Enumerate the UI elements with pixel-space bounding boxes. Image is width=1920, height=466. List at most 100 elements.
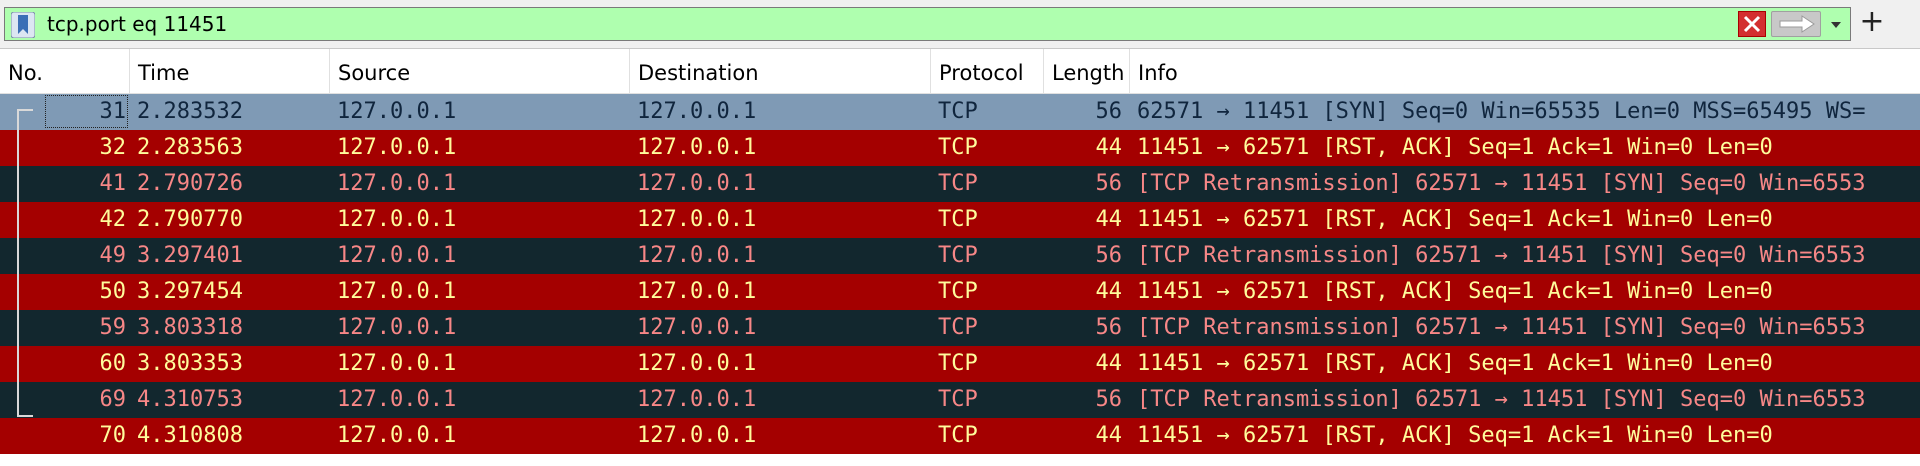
packet-destination: 127.0.0.1 [637, 279, 757, 304]
packet-info: 11451 → 62571 [RST, ACK] Seq=1 Ack=1 Win… [1137, 351, 1773, 376]
packet-time: 2.790726 [137, 171, 243, 196]
packet-source: 127.0.0.1 [337, 315, 457, 340]
packet-length: 44 [1095, 279, 1123, 304]
column-header-time[interactable]: Time [130, 49, 330, 93]
column-header-info[interactable]: Info [1130, 49, 1920, 93]
packet-time: 2.283532 [137, 99, 243, 124]
packet-row[interactable]: 42 2.790770 127.0.0.1 127.0.0.1 TCP 44 11451 →… [0, 202, 1920, 238]
packet-length: 56 [1095, 171, 1123, 196]
conversation-tree-line [17, 110, 19, 417]
packet-length: 56 [1095, 315, 1123, 340]
packet-row[interactable]: 70 4.310808 127.0.0.1 127.0.0.1 TCP 44 11451 →… [0, 418, 1920, 454]
display-filter-input[interactable]: tcp.port eq 11451 [4, 7, 1851, 41]
packet-protocol: TCP [938, 279, 978, 304]
packet-row[interactable]: 60 3.803353 127.0.0.1 127.0.0.1 TCP 44 11451 →… [0, 346, 1920, 382]
packet-source: 127.0.0.1 [337, 279, 457, 304]
column-header-no[interactable]: No. [0, 49, 130, 93]
display-filter-text[interactable]: tcp.port eq 11451 [47, 8, 227, 40]
packet-destination: 127.0.0.1 [637, 207, 757, 232]
packet-no: 32 [99, 135, 127, 160]
packet-time: 3.297401 [137, 243, 243, 268]
column-header-length[interactable]: Length [1044, 49, 1130, 93]
packet-time: 3.803353 [137, 351, 243, 376]
packet-list: No. Time Source Destination Protocol Len… [0, 48, 1920, 466]
packet-info: 11451 → 62571 [RST, ACK] Seq=1 Ack=1 Win… [1137, 207, 1773, 232]
focus-outline [45, 95, 128, 128]
packet-protocol: TCP [938, 243, 978, 268]
apply-filter-icon[interactable] [1771, 11, 1821, 37]
column-header-source[interactable]: Source [330, 49, 630, 93]
conversation-tree-start [17, 109, 33, 111]
add-filter-button[interactable]: + [1857, 7, 1887, 38]
display-filter-toolbar: tcp.port eq 11451 + [0, 0, 1920, 48]
column-header-destination[interactable]: Destination [630, 49, 931, 93]
packet-time: 2.283563 [137, 135, 243, 160]
packet-no: 50 [99, 279, 127, 304]
packet-destination: 127.0.0.1 [637, 351, 757, 376]
packet-protocol: TCP [938, 99, 978, 124]
packet-source: 127.0.0.1 [337, 99, 457, 124]
packet-length: 44 [1095, 351, 1123, 376]
packet-source: 127.0.0.1 [337, 243, 457, 268]
packet-destination: 127.0.0.1 [637, 387, 757, 412]
packet-no: 49 [99, 243, 127, 268]
packet-source: 127.0.0.1 [337, 135, 457, 160]
packet-no: 41 [99, 171, 127, 196]
packet-row[interactable]: 32 2.283563 127.0.0.1 127.0.0.1 TCP 44 11451 →… [0, 130, 1920, 166]
packet-source: 127.0.0.1 [337, 351, 457, 376]
packet-length: 56 [1095, 387, 1123, 412]
packet-info: 11451 → 62571 [RST, ACK] Seq=1 Ack=1 Win… [1137, 423, 1773, 448]
conversation-tree-end [17, 415, 33, 417]
packet-no: 42 [99, 207, 127, 232]
packet-time: 3.297454 [137, 279, 243, 304]
packet-destination: 127.0.0.1 [637, 243, 757, 268]
packet-no: 70 [99, 423, 127, 448]
packet-length: 56 [1095, 99, 1123, 124]
packet-source: 127.0.0.1 [337, 207, 457, 232]
packet-row[interactable]: 31 2.283532 127.0.0.1 127.0.0.1 TCP 56 62571 →… [0, 94, 1920, 130]
bookmark-icon[interactable] [10, 11, 36, 39]
packet-protocol: TCP [938, 315, 978, 340]
packet-info: 62571 → 11451 [SYN] Seq=0 Win=65535 Len=… [1137, 99, 1866, 124]
packet-info: [TCP Retransmission] 62571 → 11451 [SYN]… [1137, 315, 1866, 340]
packet-no: 60 [99, 351, 127, 376]
packet-info: [TCP Retransmission] 62571 → 11451 [SYN]… [1137, 387, 1866, 412]
packet-protocol: TCP [938, 351, 978, 376]
packet-length: 44 [1095, 423, 1123, 448]
packet-time: 3.803318 [137, 315, 243, 340]
packet-source: 127.0.0.1 [337, 423, 457, 448]
packet-protocol: TCP [938, 207, 978, 232]
packet-destination: 127.0.0.1 [637, 171, 757, 196]
packet-row[interactable]: 50 3.297454 127.0.0.1 127.0.0.1 TCP 44 11451 →… [0, 274, 1920, 310]
packet-no: 59 [99, 315, 127, 340]
packet-time: 2.790770 [137, 207, 243, 232]
packet-source: 127.0.0.1 [337, 171, 457, 196]
packet-destination: 127.0.0.1 [637, 99, 757, 124]
packet-info: [TCP Retransmission] 62571 → 11451 [SYN]… [1137, 171, 1866, 196]
packet-destination: 127.0.0.1 [637, 315, 757, 340]
packet-list-header: No. Time Source Destination Protocol Len… [0, 49, 1920, 94]
packet-length: 44 [1095, 135, 1123, 160]
chevron-down-icon[interactable] [1825, 11, 1847, 37]
packet-destination: 127.0.0.1 [637, 135, 757, 160]
column-header-protocol[interactable]: Protocol [931, 49, 1044, 93]
packet-length: 44 [1095, 207, 1123, 232]
packet-protocol: TCP [938, 171, 978, 196]
packet-row[interactable]: 69 4.310753 127.0.0.1 127.0.0.1 TCP 56 [TCP Re… [0, 382, 1920, 418]
packet-row[interactable]: 49 3.297401 127.0.0.1 127.0.0.1 TCP 56 [TCP Re… [0, 238, 1920, 274]
packet-row[interactable]: 41 2.790726 127.0.0.1 127.0.0.1 TCP 56 [TCP Re… [0, 166, 1920, 202]
packet-time: 4.310753 [137, 387, 243, 412]
packet-destination: 127.0.0.1 [637, 423, 757, 448]
packet-time: 4.310808 [137, 423, 243, 448]
packet-protocol: TCP [938, 387, 978, 412]
packet-info: [TCP Retransmission] 62571 → 11451 [SYN]… [1137, 243, 1866, 268]
packet-length: 56 [1095, 243, 1123, 268]
packet-info: 11451 → 62571 [RST, ACK] Seq=1 Ack=1 Win… [1137, 279, 1773, 304]
packet-info: 11451 → 62571 [RST, ACK] Seq=1 Ack=1 Win… [1137, 135, 1773, 160]
packet-protocol: TCP [938, 135, 978, 160]
packet-protocol: TCP [938, 423, 978, 448]
packet-source: 127.0.0.1 [337, 387, 457, 412]
clear-filter-icon[interactable] [1738, 11, 1766, 37]
packet-no: 69 [99, 387, 127, 412]
packet-row[interactable]: 59 3.803318 127.0.0.1 127.0.0.1 TCP 56 [TCP Re… [0, 310, 1920, 346]
